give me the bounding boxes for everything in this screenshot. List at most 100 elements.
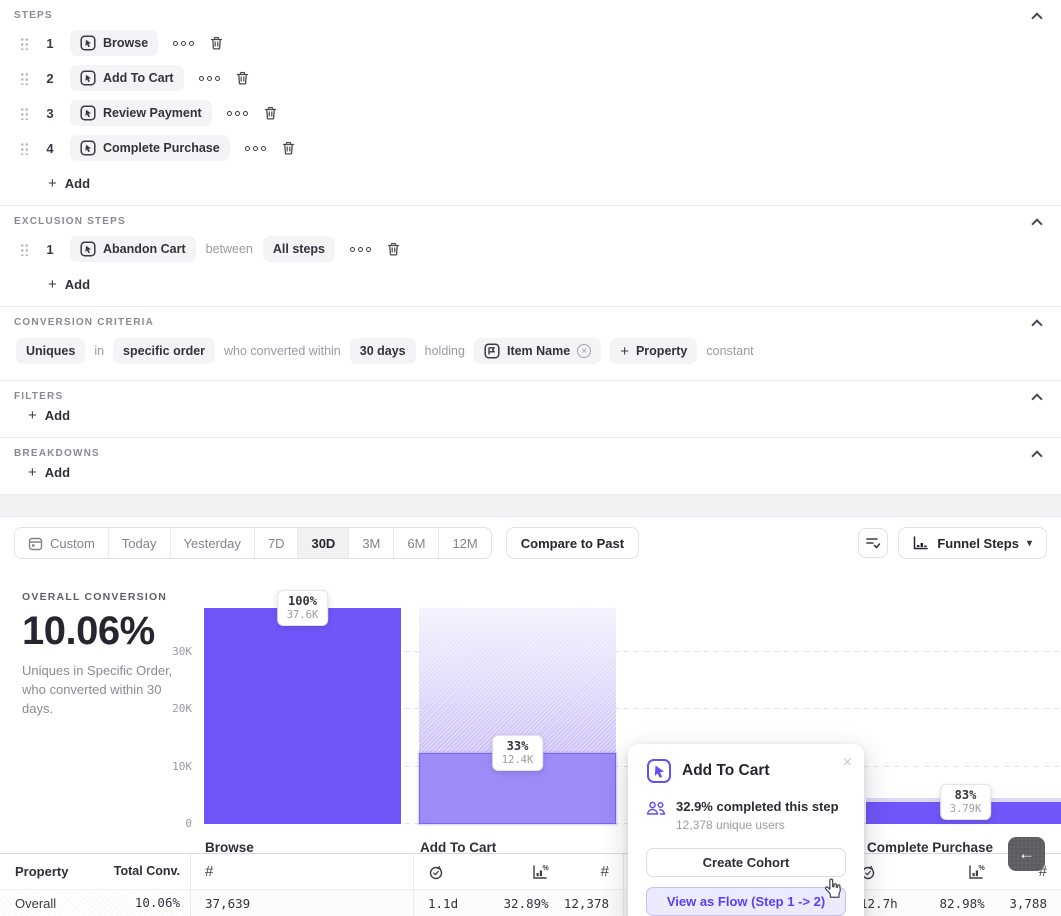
date-range-3m[interactable]: 3M	[348, 528, 393, 558]
step-event-pill[interactable]: Complete Purchase	[70, 135, 230, 161]
step-detail-popup: Add To Cart × 32.9% completed this step …	[628, 744, 864, 916]
funnel-bar-browse[interactable]: 100%37.6KBrowse	[204, 569, 401, 824]
scroll-back-button[interactable]: ←	[1008, 837, 1045, 871]
compare-to-past-label: Compare to Past	[521, 536, 624, 551]
add-breakdown-label: Add	[45, 465, 70, 480]
bar-count-label: 12.4K	[502, 754, 534, 766]
delete-step-icon[interactable]	[263, 105, 278, 121]
step2-time: 1.1d	[428, 896, 458, 911]
delete-exclusion-icon[interactable]	[386, 241, 401, 257]
drag-handle-icon[interactable]	[20, 36, 29, 50]
click-event-icon	[80, 140, 96, 156]
more-options-icon[interactable]	[173, 41, 194, 46]
exclusion-event-pill[interactable]: Abandon Cart	[70, 236, 196, 262]
create-cohort-button[interactable]: Create Cohort	[646, 848, 846, 877]
date-range-yesterday[interactable]: Yesterday	[170, 528, 254, 558]
add-breakdown-button[interactable]: + Add	[28, 465, 70, 480]
converted-within-word: who converted within	[224, 344, 341, 358]
chart-options-button[interactable]	[858, 528, 888, 558]
total-conv-header: Total Conv.	[106, 864, 180, 878]
create-cohort-label: Create Cohort	[703, 855, 790, 870]
bar-rect[interactable]	[204, 608, 401, 824]
table-row-overall[interactable]: Overall 10.06% 37,639 1.1d 32.89% 12,378…	[0, 889, 1061, 916]
step-row-complete-purchase: 4 Complete Purchase	[20, 135, 1047, 161]
date-range-6m[interactable]: 6M	[393, 528, 438, 558]
compare-to-past-button[interactable]: Compare to Past	[506, 527, 639, 559]
step2-values: 1.1d 32.89% 12,378	[413, 890, 623, 916]
more-options-icon[interactable]	[350, 247, 371, 252]
date-range-label: Custom	[50, 536, 95, 551]
add-step-label: Add	[65, 176, 90, 191]
add-exclusion-label: Add	[65, 277, 90, 292]
step-number: 4	[42, 141, 58, 156]
drag-handle-icon[interactable]	[20, 106, 29, 120]
add-exclusion-button[interactable]: + Add	[48, 277, 90, 292]
order-pill[interactable]: specific order	[113, 338, 215, 364]
step-label: Add To Cart	[103, 71, 174, 85]
more-options-icon[interactable]	[245, 146, 266, 151]
step-row-add-to-cart: 2 Add To Cart	[20, 65, 1047, 91]
close-icon[interactable]: ×	[843, 754, 852, 772]
bar-percent-label: 100%	[287, 594, 319, 608]
popup-unique-users: 12,378 unique users	[676, 818, 839, 832]
exclusion-event-label: Abandon Cart	[103, 242, 186, 256]
y-axis-tick: 10K	[172, 760, 192, 773]
add-property-label: Property	[636, 344, 687, 358]
remove-glyph: ×	[581, 346, 587, 357]
step-number: 1	[42, 242, 58, 257]
calendar-icon	[28, 536, 43, 551]
plus-icon: +	[48, 277, 57, 292]
funnel-bars-icon	[913, 536, 929, 550]
add-filter-button[interactable]: + Add	[28, 408, 70, 423]
remove-property-icon[interactable]: ×	[577, 344, 591, 358]
report-toolbar: Custom Today Yesterday 7D 30D 3M 6M 12M …	[0, 517, 1061, 569]
conversion-window-pill[interactable]: 30 days	[350, 338, 416, 364]
drag-handle-icon[interactable]	[20, 141, 29, 155]
step-event-pill[interactable]: Browse	[70, 30, 158, 56]
popup-title: Add To Cart	[682, 762, 833, 780]
criteria-section-label: CONVERSION CRITERIA	[14, 317, 1047, 328]
date-range-custom[interactable]: Custom	[15, 528, 108, 558]
delete-step-icon[interactable]	[281, 140, 296, 156]
date-range-label: 3M	[362, 536, 380, 551]
date-range-12m[interactable]: 12M	[438, 528, 490, 558]
add-property-pill[interactable]: + Property	[610, 338, 697, 364]
step-number: 2	[42, 71, 58, 86]
date-range-7d[interactable]: 7D	[254, 528, 298, 558]
y-axis: 010K20K30K	[148, 569, 192, 824]
drag-handle-icon[interactable]	[20, 242, 29, 256]
drag-handle-icon[interactable]	[20, 71, 29, 85]
step-label: Review Payment	[103, 106, 202, 120]
date-range-30d-selected[interactable]: 30D	[297, 528, 348, 558]
plus-icon: +	[28, 408, 37, 423]
step-event-pill[interactable]: Review Payment	[70, 100, 212, 126]
step-row-review-payment: 3 Review Payment	[20, 100, 1047, 126]
holding-property-pill[interactable]: Item Name ×	[474, 338, 601, 364]
step2-header-group: % #	[413, 854, 623, 889]
step-event-pill[interactable]: Add To Cart	[70, 65, 184, 91]
date-range-label: 12M	[452, 536, 477, 551]
view-selector-button[interactable]: Funnel Steps ▾	[898, 527, 1047, 559]
exclusion-scope-pill[interactable]: All steps	[263, 236, 335, 262]
funnel-bar-complete-purchase[interactable]: 83%3.79KComplete Purchase	[866, 569, 1061, 824]
counting-method-label: Uniques	[26, 344, 75, 358]
more-options-icon[interactable]	[227, 111, 248, 116]
funnel-bar-add-to-cart[interactable]: 33%12.4KAdd To Cart	[419, 569, 616, 824]
y-axis-tick: 20K	[172, 702, 192, 715]
step2-rate: 32.89%	[504, 896, 549, 911]
delete-step-icon[interactable]	[235, 70, 250, 86]
plus-icon: +	[48, 176, 57, 191]
view-as-flow-button[interactable]: View as Flow (Step 1 -> 2)	[646, 887, 846, 916]
add-step-button[interactable]: + Add	[48, 176, 90, 191]
more-options-icon[interactable]	[199, 76, 220, 81]
delete-step-icon[interactable]	[209, 35, 224, 51]
counting-method-pill[interactable]: Uniques	[16, 338, 85, 364]
order-label: specific order	[123, 344, 205, 358]
y-axis-tick: 0	[185, 817, 192, 830]
conversion-window-label: 30 days	[360, 344, 406, 358]
step4-count: 3,788	[1009, 896, 1047, 911]
step1-header-group: #	[190, 854, 413, 889]
date-range-label: 30D	[311, 536, 335, 551]
add-filter-label: Add	[45, 408, 70, 423]
date-range-today[interactable]: Today	[108, 528, 170, 558]
